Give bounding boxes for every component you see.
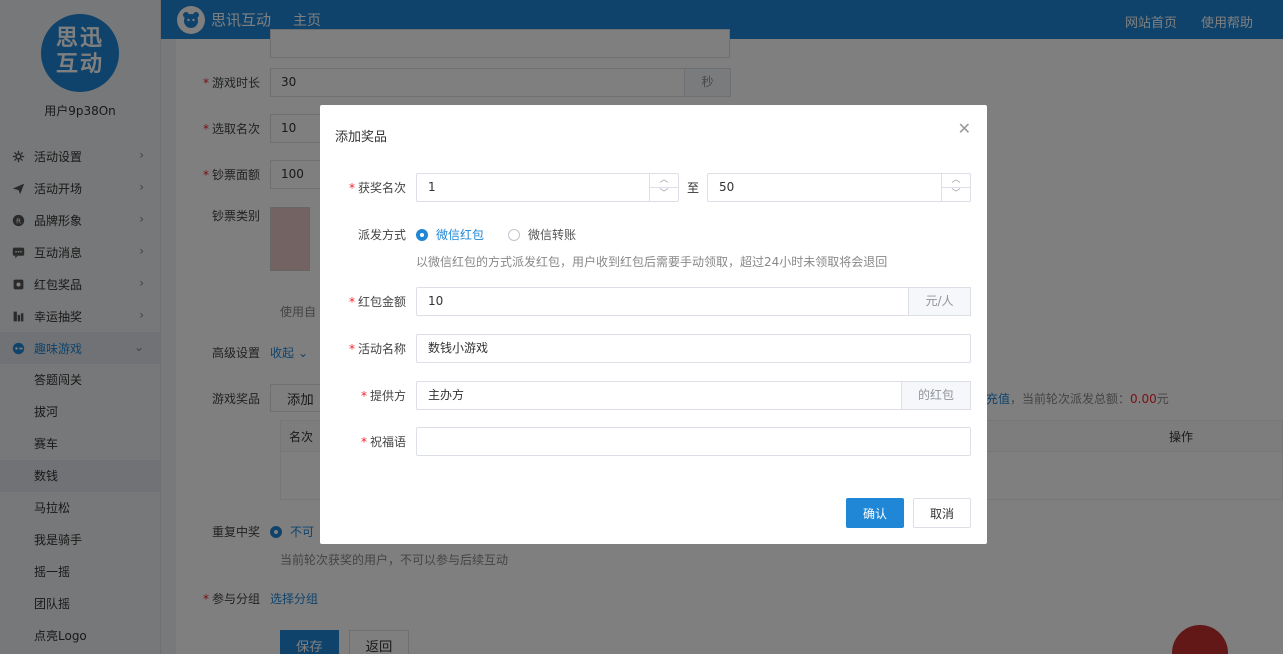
dialog-row-greeting: * 祝福语 (320, 427, 971, 456)
radio-wechat-redpacket[interactable]: 微信红包 (416, 226, 484, 243)
rank-from-input[interactable]: 1 ︿ ﹀ (416, 173, 679, 202)
add-prize-dialog: 添加奖品 ✕ * 获奖名次 1 ︿ ﹀ 至 50 ︿ ﹀ 派发方式 微信红包 微信… (320, 105, 987, 544)
dialog-row-amount: * 红包金额 10 元/人 (320, 287, 971, 316)
increment-icon[interactable]: ︿ (942, 174, 970, 188)
rank-label: * 获奖名次 (348, 181, 406, 195)
dialog-row-activity: * 活动名称 数钱小游戏 (320, 334, 971, 363)
activity-label: * 活动名称 (348, 342, 406, 356)
amount-unit: 元/人 (909, 287, 971, 316)
radio-wechat-transfer[interactable]: 微信转账 (508, 226, 576, 243)
provider-suffix: 的红包 (902, 381, 971, 410)
increment-icon[interactable]: ︿ (650, 174, 678, 188)
method-hint: 以微信红包的方式派发红包，用户收到红包后需要手动领取，超过24小时未领取将会退回 (416, 255, 888, 269)
amount-label: * 红包金额 (348, 295, 406, 309)
greeting-label: * 祝福语 (360, 435, 406, 449)
provider-input[interactable]: 主办方 (416, 381, 902, 410)
dialog-row-provider: * 提供方 主办方 的红包 (320, 381, 971, 410)
rank-to-stepper[interactable]: ︿ ﹀ (941, 174, 970, 201)
rank-to-input[interactable]: 50 ︿ ﹀ (707, 173, 971, 202)
dialog-title: 添加奖品 (335, 130, 388, 145)
method-label: 派发方式 (357, 228, 406, 242)
cancel-button[interactable]: 取消 (913, 498, 971, 528)
dialog-row-method: 派发方式 微信红包 微信转账 (320, 226, 600, 243)
dialog-row-rank: * 获奖名次 1 ︿ ﹀ 至 50 ︿ ﹀ (320, 173, 971, 202)
close-icon[interactable]: ✕ (958, 119, 971, 138)
activity-name-input[interactable]: 数钱小游戏 (416, 334, 971, 363)
rank-range-separator: 至 (686, 181, 699, 195)
decrement-icon[interactable]: ﹀ (650, 188, 678, 202)
greeting-input[interactable] (416, 427, 971, 456)
amount-input[interactable]: 10 (416, 287, 909, 316)
dialog-footer: 确认 取消 (846, 498, 971, 528)
rank-from-stepper[interactable]: ︿ ﹀ (649, 174, 678, 201)
provider-label: * 提供方 (360, 389, 406, 403)
decrement-icon[interactable]: ﹀ (942, 188, 970, 202)
confirm-button[interactable]: 确认 (846, 498, 904, 528)
